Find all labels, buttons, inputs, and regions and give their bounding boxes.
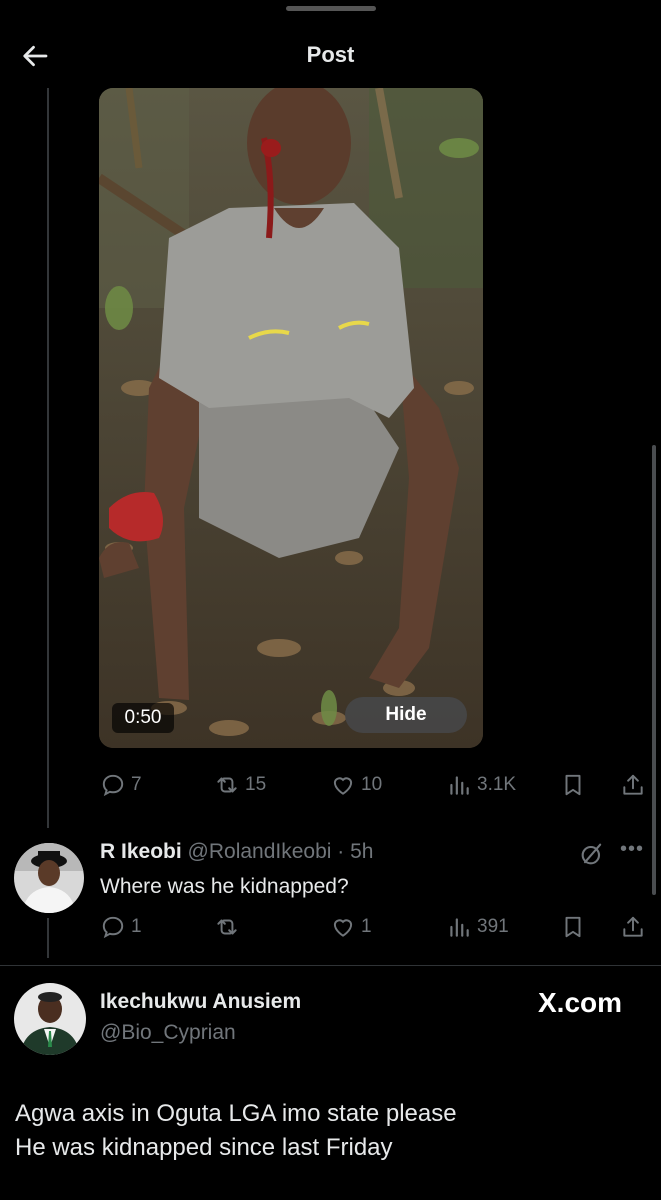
reply-views-action[interactable]: 391 [446,914,509,940]
xcom-watermark: X.com [538,987,623,1018]
top-bar: Post [0,20,661,92]
bookmark-icon [565,916,581,938]
repost-action[interactable]: 15 [214,772,266,798]
repost-count: 15 [245,774,267,795]
reply-like-action[interactable]: 1 [330,914,372,940]
reply-action[interactable]: 7 [100,772,142,798]
page-title: Post [306,42,355,67]
section-divider [0,965,661,966]
heart-icon [333,919,353,937]
reply-like-count: 1 [361,916,372,937]
reply-text: Where was he kidnapped? [100,875,349,898]
reply-repost-action[interactable] [214,914,245,940]
hide-button[interactable]: Hide [345,697,467,733]
share-button[interactable] [620,772,646,798]
reply-display-name[interactable]: R Ikeobi [100,840,182,863]
reply-avatar-image [14,843,84,913]
post-body-line-2: He was kidnapped since last Friday [15,1134,393,1161]
reply-share-button[interactable] [620,914,646,940]
post-body-line-1: Agwa axis in Oguta LGA imo state please [15,1100,457,1127]
repost-icon [217,919,237,935]
video-duration: 0:50 [112,703,174,733]
heart-icon [333,777,353,795]
views-count: 3.1K [477,774,517,795]
author-avatar[interactable] [14,983,86,1055]
like-action[interactable]: 10 [330,772,382,798]
author-handle[interactable]: @Bio_Cyprian [100,1021,236,1045]
author-avatar-image [14,983,86,1055]
main-tweet-actions: 7 15 10 3.1K [0,772,661,804]
grok-button[interactable] [578,840,606,868]
share-icon [623,774,643,795]
more-options-icon[interactable]: ••• [620,838,644,861]
scrollbar[interactable] [652,445,656,895]
reply-header: R Ikeobi @RolandIkeobi · 5h [100,840,373,864]
share-icon [623,916,643,937]
bookmark-icon [565,774,581,796]
reply-views-count: 391 [477,916,509,937]
video-frame [99,88,483,748]
thread-line-top [47,88,49,828]
reply-handle-time[interactable]: @RolandIkeobi · 5h [188,840,374,863]
views-action[interactable]: 3.1K [446,772,516,798]
comment-icon [102,774,124,797]
reply-reply-action[interactable]: 1 [100,914,142,940]
reply-avatar[interactable] [14,843,84,913]
views-icon [450,918,469,937]
reply-bookmark-button[interactable] [560,914,586,940]
bookmark-button[interactable] [560,772,586,798]
author-display-name[interactable]: Ikechukwu Anusiem [100,990,301,1014]
video-player[interactable] [99,88,483,748]
reply-actions: 1 1 391 [0,914,661,946]
sheet-grabber[interactable] [286,6,376,11]
like-count: 10 [361,774,383,795]
reply-reply-count: 1 [131,916,142,937]
views-icon [450,776,469,795]
reply-count: 7 [131,774,142,795]
post-body: Agwa axis in Oguta LGA imo state please … [15,1097,645,1165]
comment-icon [102,916,124,939]
grok-icon [581,843,602,865]
repost-icon [217,777,237,793]
